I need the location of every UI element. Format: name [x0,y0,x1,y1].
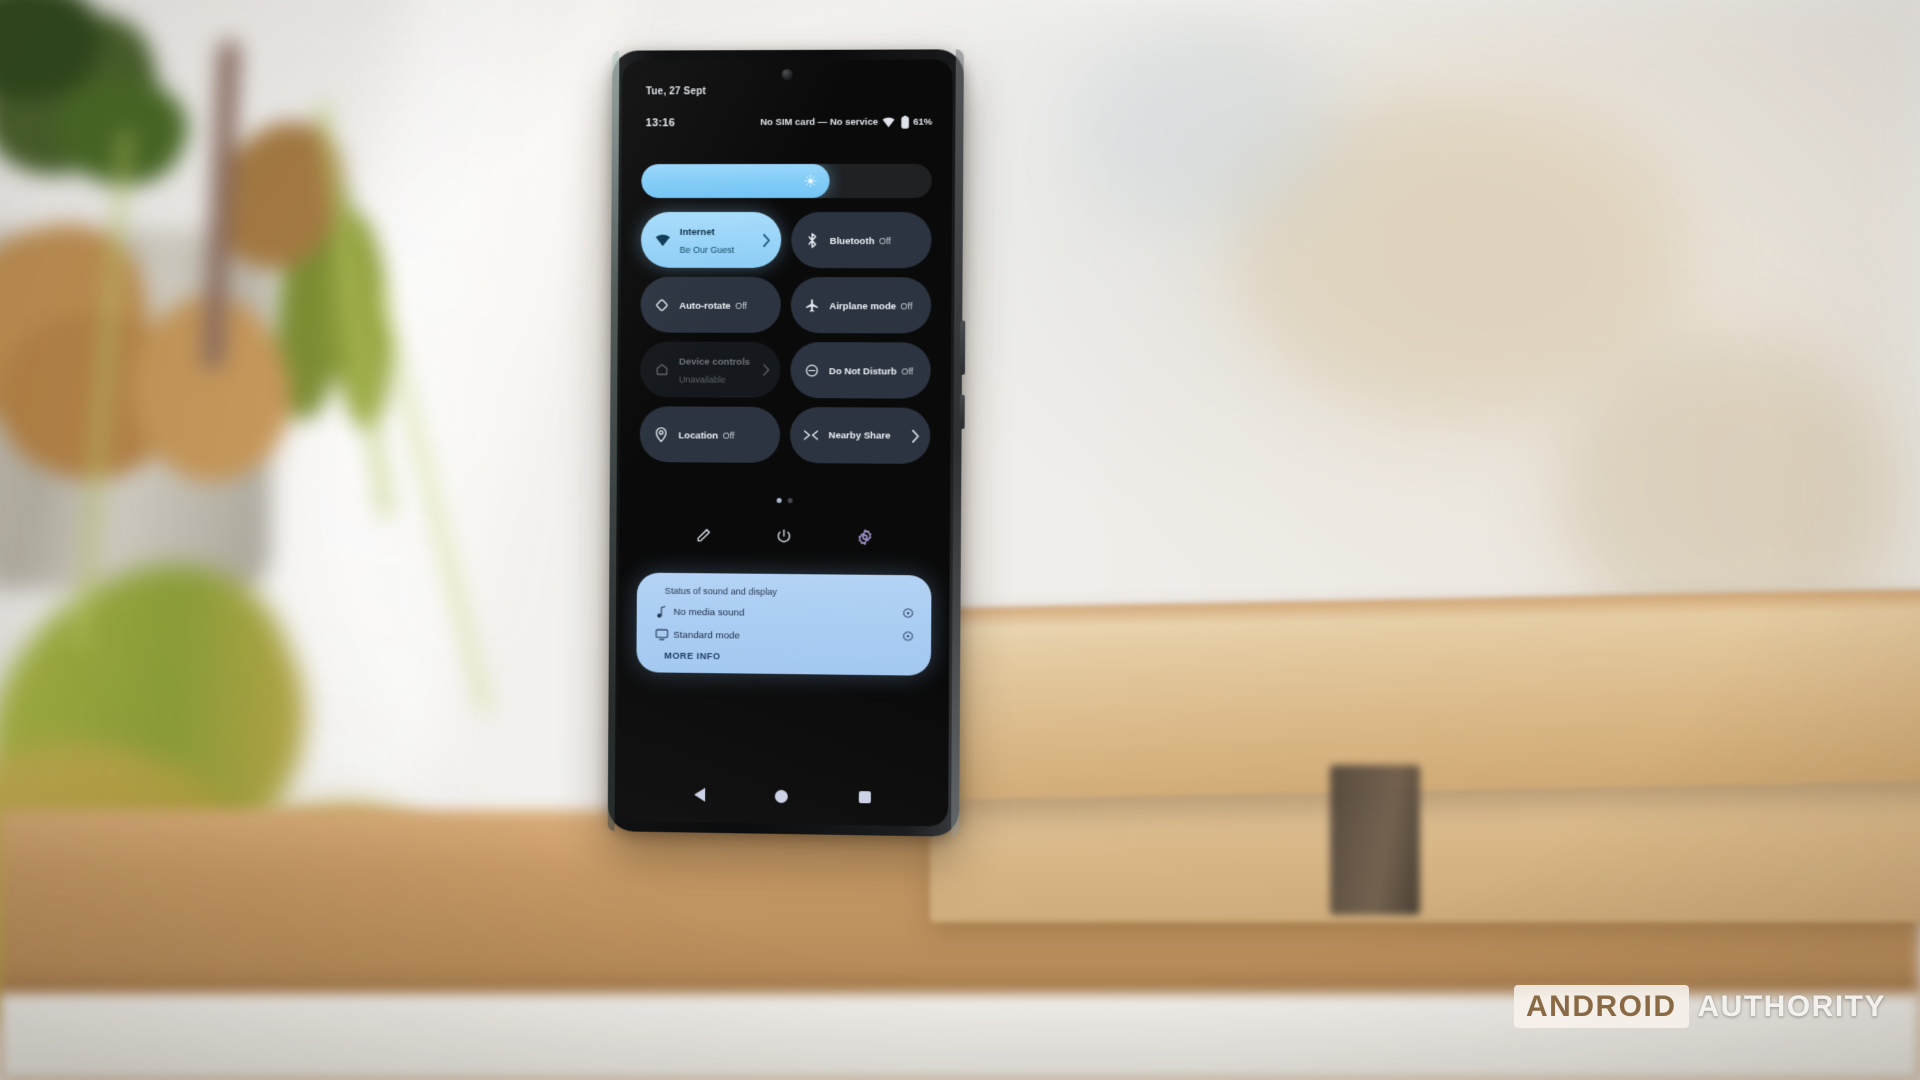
notification-header: Status of sound and display [664,585,778,597]
qs-tile-subtitle: Off [722,430,735,441]
qs-tile-title: Do Not Disturb [828,366,897,378]
carrier-label: No SIM card — No service [760,116,879,129]
brightness-slider-fill [641,163,830,199]
qs-tile-title: Location [678,430,719,442]
back-triangle-icon[interactable] [694,787,706,802]
qs-tile-title: Airplane mode [829,301,897,313]
settings-dot-icon[interactable] [901,607,915,621]
qs-tile-airplane-mode[interactable]: Airplane mode Off [790,277,932,334]
notification-more-info-button[interactable]: MORE INFO [664,651,915,664]
watermark-brand-secondary: AUTHORITY [1697,989,1886,1023]
qs-pagination[interactable] [620,497,950,505]
qs-tile-subtitle: Off [901,366,914,377]
qs-tile-title: Auto-rotate [679,300,731,312]
book-dark-spine [1330,765,1420,915]
photo-scene: Tue, 27 Sept 13:16 No SIM card — No serv… [0,0,1920,1080]
qs-tile-internet[interactable]: Internet Be Our Guest [640,211,781,268]
qs-tile-title: Nearby Share [828,430,891,442]
qs-tile-subtitle: Be Our Guest [679,244,735,255]
wall-map-decor-3 [1080,30,1340,230]
qs-tile-subtitle: Off [900,301,913,312]
qs-tile-auto-rotate[interactable]: Auto-rotate Off [640,276,781,333]
watermark: ANDROID AUTHORITY [1514,985,1886,1028]
pagination-dot-active[interactable] [776,497,782,503]
qs-tile-bluetooth[interactable]: Bluetooth Off [790,211,932,269]
chevron-right-icon [762,364,770,376]
location-pin-icon [653,426,670,442]
notification-row[interactable]: Standard mode [652,628,915,645]
chevron-right-icon[interactable] [911,429,920,442]
qs-tile-subtitle: Unavailable [678,374,726,385]
qs-tile-text: Auto-rotate Off [679,296,770,314]
qs-tile-text: Device controls Unavailable [679,352,753,388]
phone-power-button[interactable] [959,320,966,375]
gear-icon[interactable] [856,529,873,546]
status-clock: 13:16 [645,116,676,129]
wifi-icon [654,233,671,246]
qs-tile-text: Do Not Disturb Off [829,361,921,379]
status-bar-row: 13:16 No SIM card — No service 61% [646,116,933,130]
front-camera-punch-hole [781,68,793,81]
watermark-brand-primary: ANDROID [1514,985,1689,1028]
qs-footer-actions [619,527,950,547]
qs-tile-do-not-disturb[interactable]: Do Not Disturb Off [789,342,931,399]
qs-tile-text: Nearby Share [828,425,902,446]
music-note-icon [653,605,671,618]
monitor-icon [652,629,670,641]
battery-icon [901,116,909,129]
notification-row-label: Standard mode [673,629,740,641]
qs-tile-text: Bluetooth Off [830,231,922,249]
notification-row-label: No media sound [673,606,745,619]
airplane-icon [803,298,820,313]
plant-stem [376,285,490,715]
nearby-share-icon [802,429,819,441]
qs-tile-text: Internet Be Our Guest [680,222,753,258]
qs-tile-text: Location Off [678,425,769,444]
qs-tile-title: Bluetooth [829,236,875,248]
qs-tile-location[interactable]: Location Off [639,406,780,463]
quick-settings-grid: Internet Be Our Guest Bluetooth Off Auto… [639,211,932,464]
brightness-icon [804,174,817,187]
qs-date-label: Tue, 27 Sept [645,86,707,98]
qs-tile-title: Internet [679,226,715,238]
qs-tile-nearby-share[interactable]: Nearby Share [789,407,931,464]
smartphone: Tue, 27 Sept 13:16 No SIM card — No serv… [607,49,966,837]
wifi-icon [882,117,895,128]
navigation-bar [618,774,949,819]
notification-row[interactable]: No media sound [653,605,916,622]
settings-dot-icon[interactable] [901,630,915,644]
do-not-disturb-icon [803,363,820,378]
battery-percent-label: 61% [913,116,933,128]
notification-card[interactable]: Status of sound and display No media sou… [636,572,932,676]
phone-screen: Tue, 27 Sept 13:16 No SIM card — No serv… [617,59,953,827]
bluetooth-icon [804,232,821,249]
qs-tile-text: Airplane mode Off [829,296,921,314]
phone-volume-button[interactable] [959,394,965,430]
qs-tile-title: Device controls [678,356,751,368]
pencil-icon[interactable] [695,527,712,544]
pagination-dot[interactable] [787,498,793,504]
home-icon [653,362,670,376]
qs-tile-device-controls: Device controls Unavailable [640,341,781,398]
recents-square-icon[interactable] [858,791,871,804]
brightness-slider[interactable] [641,163,933,199]
power-icon[interactable] [775,528,792,545]
qs-tile-subtitle: Off [735,300,747,311]
auto-rotate-icon [653,297,670,312]
chevron-right-icon[interactable] [762,233,771,247]
qs-tile-subtitle: Off [878,236,891,247]
home-circle-icon[interactable] [775,789,789,803]
status-icons-group: No SIM card — No service 61% [760,116,932,129]
